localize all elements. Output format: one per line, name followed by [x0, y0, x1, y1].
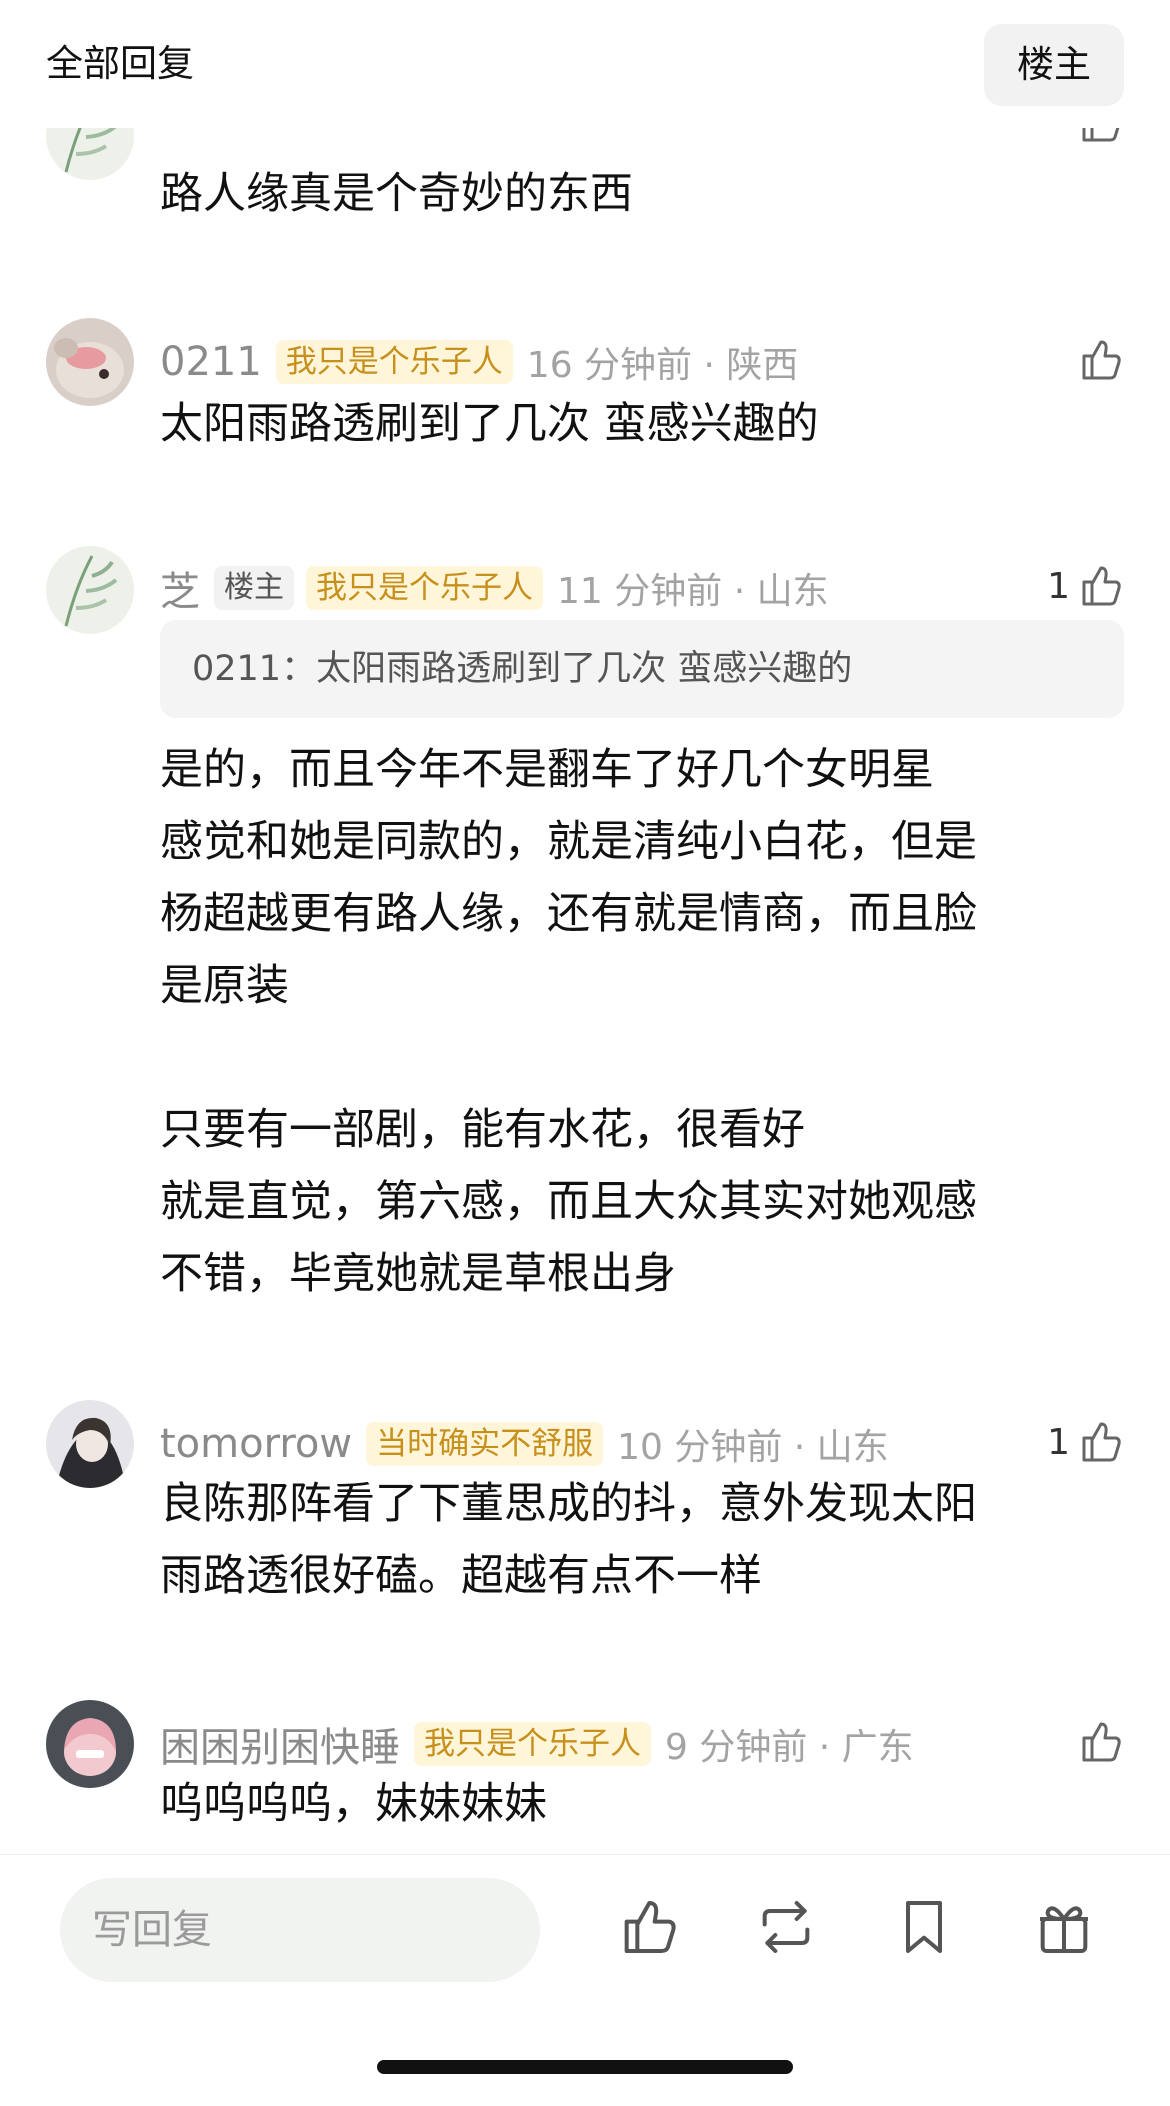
username[interactable]: tomorrow	[160, 1421, 352, 1467]
bookmark-icon[interactable]	[892, 1895, 956, 1959]
header: 全部回复 楼主	[0, 0, 1170, 128]
timestamp-location: 11 分钟前 · 山东	[557, 571, 829, 612]
op-tag: 楼主	[214, 566, 294, 610]
fan-badge[interactable]: 我只是个乐子人	[306, 566, 543, 610]
op-only-button[interactable]: 楼主	[984, 24, 1124, 106]
thumbs-up-icon	[1082, 566, 1121, 606]
comment-text: 路人缘真是个奇妙的东西	[160, 169, 633, 219]
thumbs-up-icon	[1082, 340, 1121, 380]
like-count: 1	[1047, 1421, 1070, 1463]
comment-meta: tomorrow 当时确实不舒服 10 分钟前 · 山东	[160, 1416, 889, 1472]
avatar[interactable]	[46, 546, 134, 634]
comment-text: 呜呜呜呜，妹妹妹妹	[160, 1779, 547, 1829]
comment-meta: 困困别困快睡 我只是个乐子人 9 分钟前 · 广东	[160, 1716, 914, 1772]
like-button[interactable]: 1	[1047, 558, 1124, 614]
comment-text: 太阳雨路透刷到了几次 蛮感兴趣的	[160, 399, 819, 449]
home-indicator[interactable]	[377, 2060, 793, 2074]
like-button[interactable]: 1	[1047, 1414, 1124, 1470]
like-button[interactable]	[1076, 332, 1124, 388]
like-count: 1	[1047, 565, 1070, 607]
reply-input[interactable]: 写回复	[60, 1878, 540, 1982]
comment-text: 是的，而且今年不是翻车了好几个女明星 感觉和她是同款的，就是清纯小白花，但是 杨…	[160, 745, 977, 1299]
comment-meta: 0211 我只是个乐子人 16 分钟前 · 陕西	[160, 334, 798, 390]
username[interactable]: 困困别困快睡	[160, 1715, 400, 1773]
thumbs-up-icon	[1082, 1722, 1121, 1762]
comment-text: 良陈那阵看了下董思成的抖，意外发现太阳 雨路透很好磕。超越有点不一样	[160, 1479, 977, 1601]
timestamp-location: 10 分钟前 · 山东	[617, 1427, 889, 1468]
quoted-reply[interactable]: 0211：太阳雨路透刷到了几次 蛮感兴趣的	[160, 620, 1124, 718]
gift-icon[interactable]	[1032, 1895, 1096, 1959]
avatar[interactable]	[46, 318, 134, 406]
timestamp-location: 9 分钟前 · 广东	[665, 1727, 914, 1768]
reply-placeholder: 写回复	[92, 1907, 212, 1953]
repost-icon[interactable]	[754, 1895, 818, 1959]
avatar[interactable]	[46, 1700, 134, 1788]
fan-badge[interactable]: 我只是个乐子人	[414, 1722, 651, 1766]
thumbs-up-icon	[1082, 1422, 1121, 1462]
timestamp-location: 16 分钟前 · 陕西	[526, 345, 799, 386]
fan-badge[interactable]: 当时确实不舒服	[366, 1422, 604, 1466]
username[interactable]: 0211	[160, 339, 262, 385]
like-icon[interactable]	[616, 1895, 680, 1959]
username[interactable]: 芝	[160, 559, 200, 617]
fan-badge[interactable]: 我只是个乐子人	[275, 340, 513, 384]
page-title: 全部回复	[46, 42, 194, 85]
comment-meta: 芝 楼主 我只是个乐子人 11 分钟前 · 山东	[160, 560, 829, 616]
avatar[interactable]	[46, 1400, 134, 1488]
quoted-text: 0211：太阳雨路透刷到了几次 蛮感兴趣的	[192, 649, 853, 689]
like-button[interactable]	[1076, 1714, 1124, 1770]
bottom-action-bar: 写回复	[0, 1854, 1170, 2106]
